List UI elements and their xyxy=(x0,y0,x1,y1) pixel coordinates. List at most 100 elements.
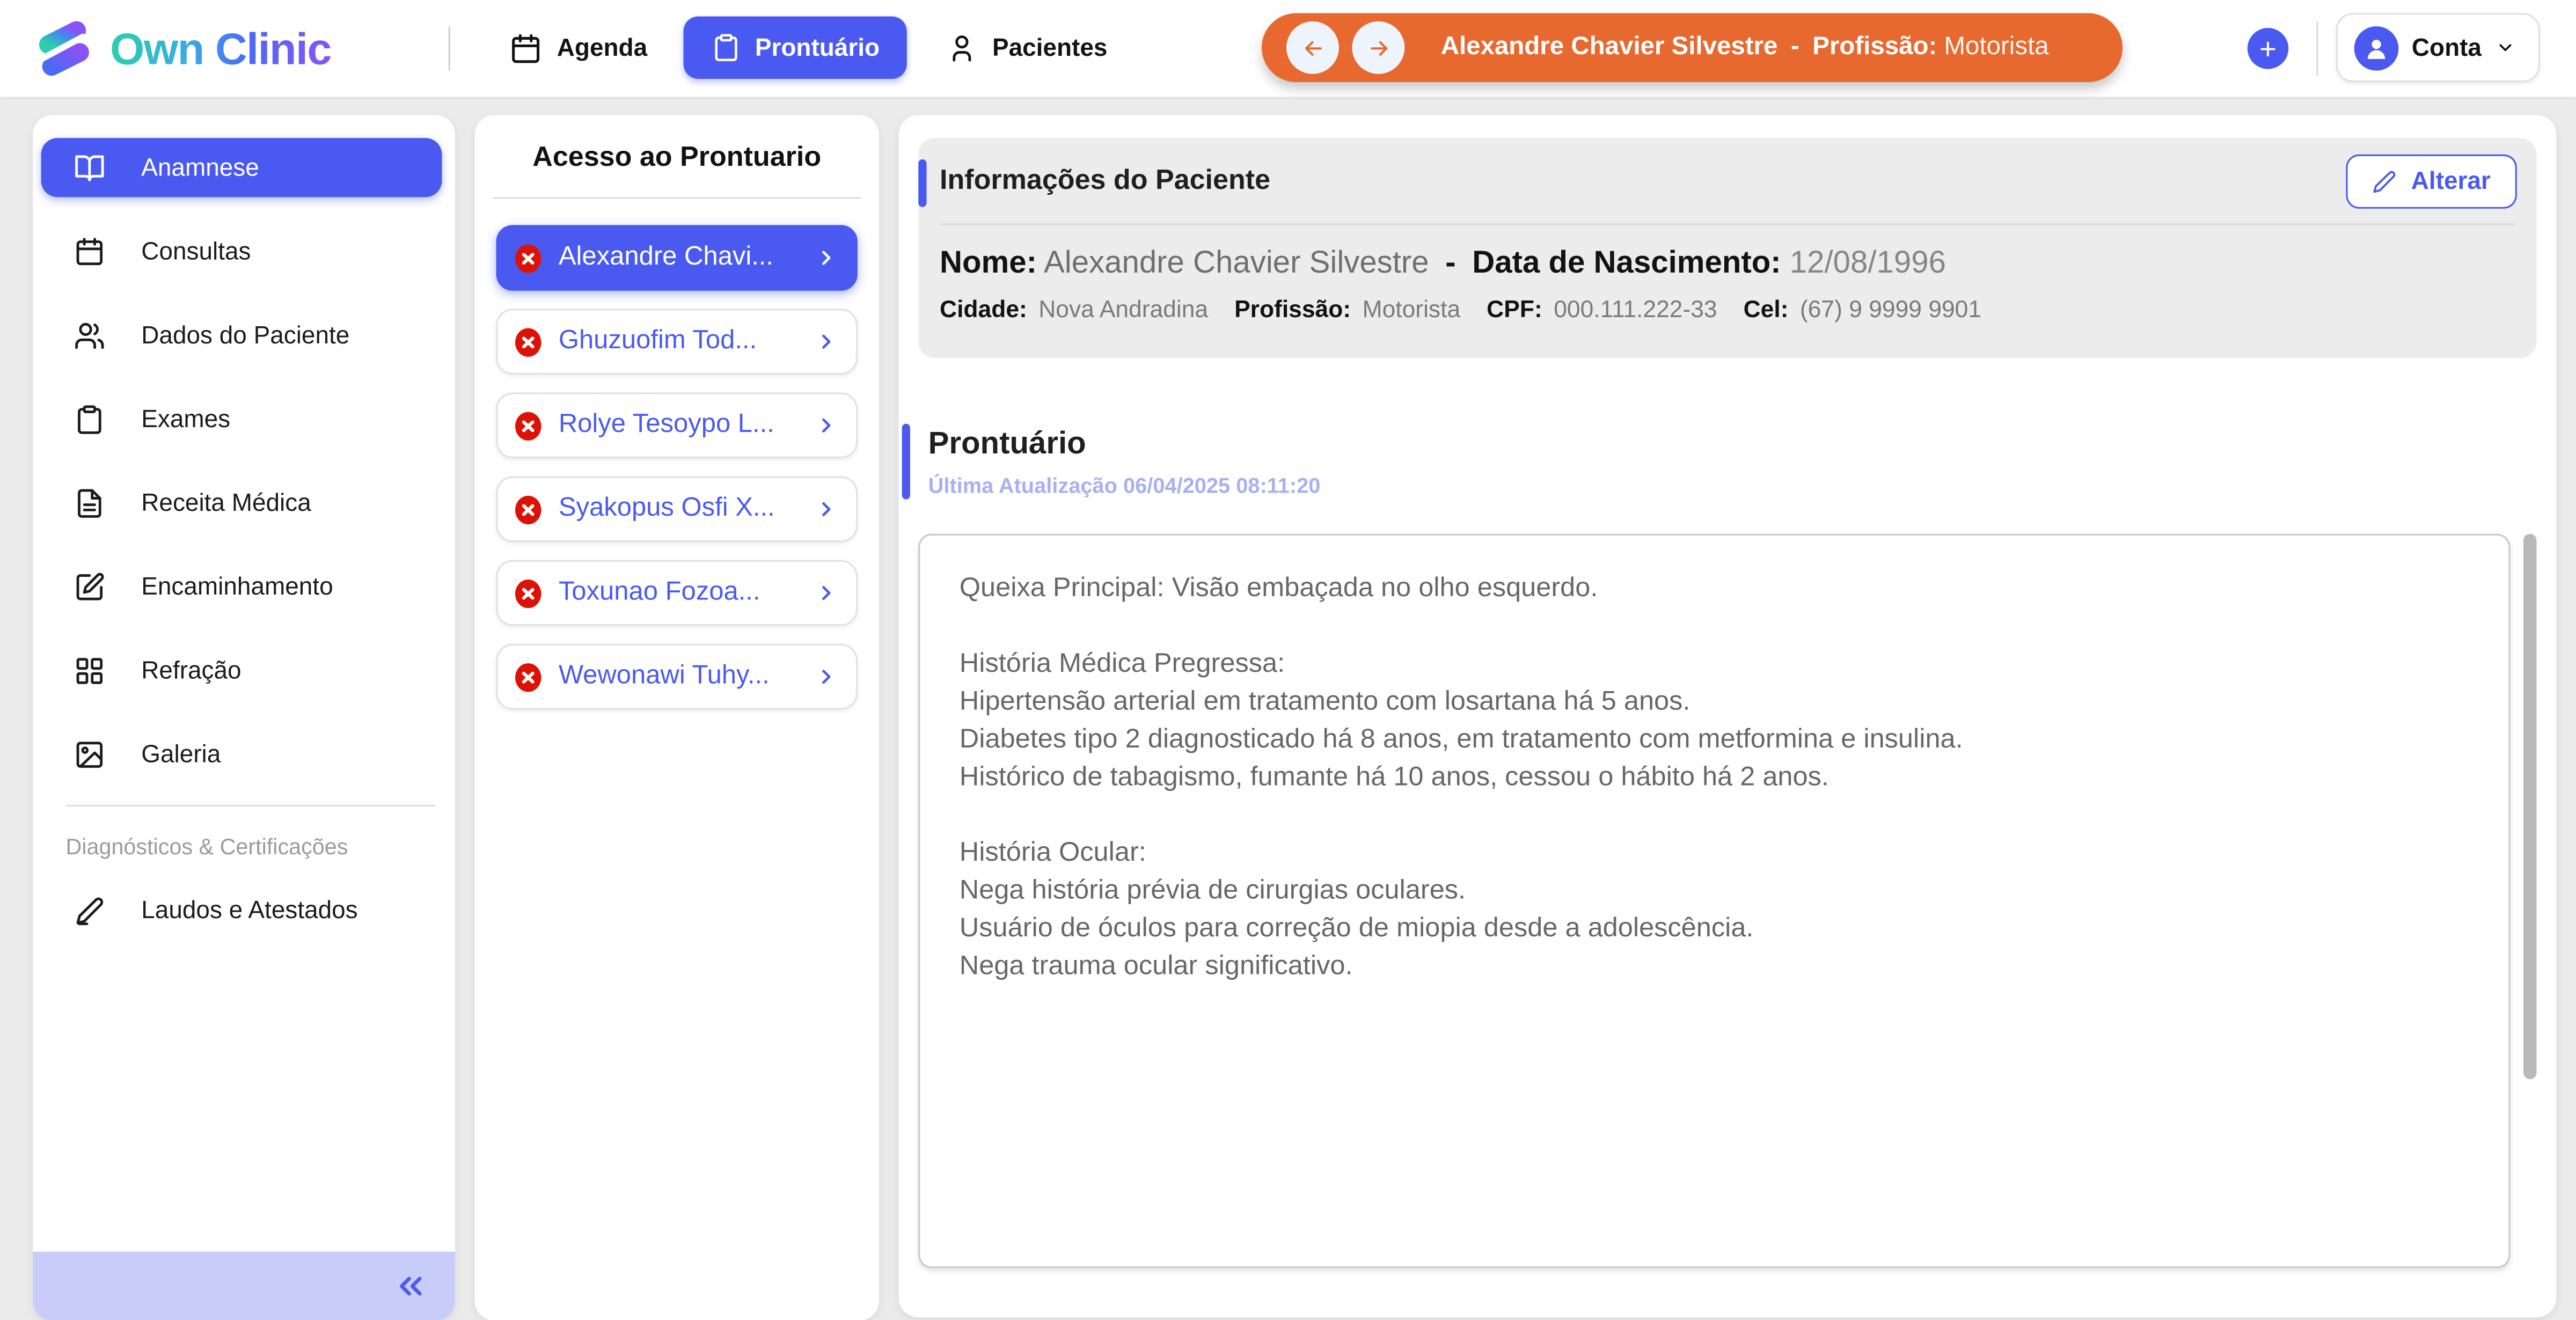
chevron-right-icon xyxy=(815,498,838,521)
patient-name: Alexandre Chavi... xyxy=(559,243,800,273)
record-accent-bar xyxy=(902,424,910,500)
header-divider-2 xyxy=(2316,21,2318,76)
patient-info-card: Informações do Paciente Alterar Nome: Al… xyxy=(918,138,2536,358)
record-textarea[interactable]: Queixa Principal: Visão embaçada no olho… xyxy=(918,534,2510,1268)
next-patient-button[interactable] xyxy=(1352,21,1404,74)
sidebar-item-label: Anamnese xyxy=(141,153,259,181)
calendar-icon xyxy=(74,236,105,267)
sidebar-item-dados-do-paciente[interactable]: Dados do Paciente xyxy=(41,305,442,364)
remove-patient-icon[interactable] xyxy=(513,492,544,526)
nav-prontuario-label: Prontuário xyxy=(755,34,880,62)
top-bar: Own Clinic Agenda Prontuário xyxy=(0,0,2576,97)
chevron-right-icon xyxy=(815,330,838,353)
nav-agenda[interactable]: Agenda xyxy=(509,0,647,97)
patient-pill-alexandre[interactable]: Alexandre Chavi... xyxy=(496,225,857,290)
sidebar-item-label: Laudos e Atestados xyxy=(141,896,357,924)
record-last-update: Última Atualização 06/04/2025 08:11:20 xyxy=(928,473,1321,498)
patient-access-panel: Acesso ao Prontuario Alexandre Chavi... … xyxy=(475,115,879,1320)
sidebar-item-encaminhamento[interactable]: Encaminhamento xyxy=(41,557,442,616)
profissao-label: Profissão: xyxy=(1234,297,1351,324)
sidebar-divider xyxy=(65,805,435,806)
chevron-right-icon xyxy=(815,582,838,605)
nav-agenda-label: Agenda xyxy=(557,34,647,62)
edit-button-label: Alterar xyxy=(2411,167,2491,195)
remove-patient-icon[interactable] xyxy=(513,659,544,694)
row1-separator: - xyxy=(1445,246,1455,281)
pencil-line-icon xyxy=(74,894,105,926)
clipboard-icon xyxy=(74,404,105,435)
sidebar-item-receita-medica[interactable]: Receita Médica xyxy=(41,473,442,532)
image-icon xyxy=(74,738,105,769)
sidebar: Anamnese Consultas Dados do Paciente Exa… xyxy=(33,115,455,1320)
patient-name: Ghuzuofim Tod... xyxy=(559,327,800,356)
patient-pill-toxunao[interactable]: Toxunao Fozoa... xyxy=(496,560,857,626)
pen-square-icon xyxy=(74,571,105,602)
remove-patient-icon[interactable] xyxy=(513,325,544,359)
patient-name: Rolye Tesoypo L... xyxy=(559,410,800,440)
brand-logo[interactable]: Own Clinic xyxy=(33,17,331,82)
nav-pacientes[interactable]: Pacientes xyxy=(946,0,1107,97)
sidebar-collapse-button[interactable] xyxy=(33,1252,455,1320)
users-icon xyxy=(74,319,105,350)
cpf-label: CPF: xyxy=(1487,297,1542,324)
patient-pill-wewonawi[interactable]: Wewonawi Tuhy... xyxy=(496,644,857,709)
active-patient-banner: Alexandre Chavier Silvestre-Profissão: M… xyxy=(1262,13,2123,82)
sidebar-item-label: Dados do Paciente xyxy=(141,321,349,349)
sidebar-item-anamnese[interactable]: Anamnese xyxy=(41,138,442,197)
record-scrollbar[interactable] xyxy=(2523,534,2536,1079)
sidebar-item-galeria[interactable]: Galeria xyxy=(41,724,442,783)
sidebar-item-refracao[interactable]: Refração xyxy=(41,641,442,700)
chevron-down-icon xyxy=(2494,38,2514,57)
patient-pill-rolye[interactable]: Rolye Tesoypo L... xyxy=(496,393,857,458)
add-button[interactable]: + xyxy=(2248,28,2289,69)
banner-profession-label: Profissão: xyxy=(1812,33,1937,61)
user-icon xyxy=(946,33,977,64)
sidebar-item-consultas[interactable]: Consultas xyxy=(41,222,442,281)
header-divider xyxy=(449,26,450,71)
cel-value: (67) 9 9999 9901 xyxy=(1800,297,1981,324)
sidebar-item-label: Encaminhamento xyxy=(141,573,333,600)
previous-patient-button[interactable] xyxy=(1286,21,1339,74)
pencil-icon xyxy=(2372,168,2396,193)
calendar-icon xyxy=(509,32,542,65)
app-window: Own Clinic Agenda Prontuário xyxy=(0,0,2576,1320)
cel-label: Cel: xyxy=(1744,297,1789,324)
patient-info-row-1: Nome: Alexandre Chavier Silvestre-Data d… xyxy=(940,246,2515,282)
patient-pill-ghuzuofim[interactable]: Ghuzuofim Tod... xyxy=(496,309,857,375)
sidebar-item-label: Receita Médica xyxy=(141,489,311,517)
account-label: Conta xyxy=(2412,34,2482,62)
cidade-label: Cidade: xyxy=(940,297,1027,324)
patient-info-row-2: Cidade: Nova Andradina Profissão: Motorista… xyxy=(940,297,2515,324)
account-menu-button[interactable]: Conta xyxy=(2336,13,2540,82)
brand-logo-icon xyxy=(33,18,95,80)
nav-pacientes-label: Pacientes xyxy=(992,34,1107,62)
nome-value: Alexandre Chavier Silvestre xyxy=(1044,246,1429,281)
banner-patient-name: Alexandre Chavier Silvestre xyxy=(1441,33,1778,61)
patient-pill-syakopus[interactable]: Syakopus Osfi X... xyxy=(496,476,857,542)
chevron-right-icon xyxy=(815,665,838,688)
banner-patient-info: Alexandre Chavier Silvestre-Profissão: M… xyxy=(1441,33,2049,62)
info-accent-bar xyxy=(918,159,926,207)
cidade-value: Nova Andradina xyxy=(1038,297,1208,324)
patient-name: Syakopus Osfi X... xyxy=(559,494,800,524)
remove-patient-icon[interactable] xyxy=(513,408,544,443)
book-open-icon xyxy=(74,152,105,183)
remove-patient-icon[interactable] xyxy=(513,576,544,610)
nav-prontuario[interactable]: Prontuário xyxy=(683,17,906,79)
clipboard-icon xyxy=(711,33,740,62)
chevron-right-icon xyxy=(815,246,838,269)
sidebar-item-label: Consultas xyxy=(141,237,251,265)
banner-profession-value: Motorista xyxy=(1944,33,2049,61)
banner-separator: - xyxy=(1791,33,1799,61)
grid-icon xyxy=(74,655,105,686)
patient-info-title: Informações do Paciente xyxy=(940,164,2345,197)
file-text-icon xyxy=(74,487,105,518)
sidebar-item-exames[interactable]: Exames xyxy=(41,390,442,449)
remove-patient-icon[interactable] xyxy=(513,240,544,275)
edit-patient-button[interactable]: Alterar xyxy=(2345,153,2516,208)
nascimento-value: 12/08/1996 xyxy=(1790,246,1946,281)
nome-label: Nome: xyxy=(940,246,1037,281)
sidebar-item-laudos-e-atestados[interactable]: Laudos e Atestados xyxy=(41,881,442,940)
main-content: Informações do Paciente Alterar Nome: Al… xyxy=(898,115,2556,1317)
profissao-value: Motorista xyxy=(1363,297,1461,324)
